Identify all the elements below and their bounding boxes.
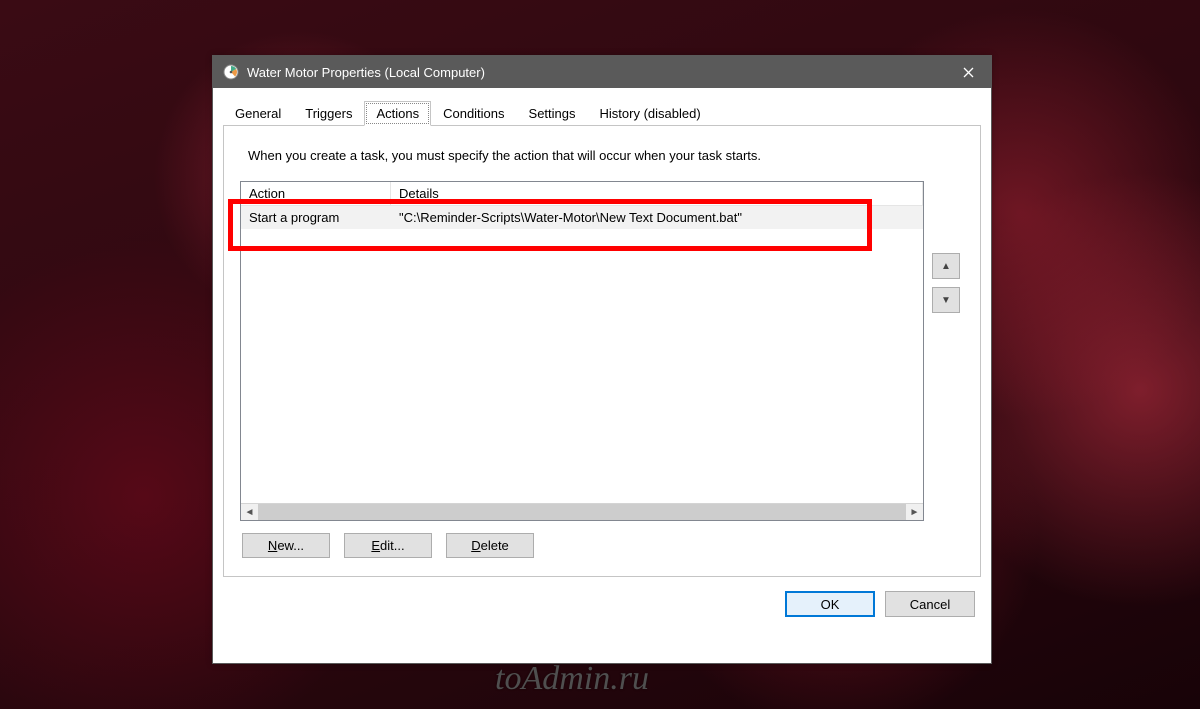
tabstrip: General Triggers Actions Conditions Sett… [223,100,981,126]
listview-header: Action Details [241,182,923,206]
tab-general[interactable]: General [223,101,293,126]
window-title: Water Motor Properties (Local Computer) [247,65,945,80]
triangle-down-icon: ▼ [941,295,951,306]
dialog-footer: OK Cancel [213,577,991,635]
edit-button[interactable]: Edit... [344,533,432,558]
tab-settings[interactable]: Settings [517,101,588,126]
row-action: Start a program [241,209,391,226]
action-button-row: New... Edit... Delete [240,533,964,562]
scroll-left-icon[interactable]: ◄ [241,504,258,520]
move-up-button[interactable]: ▲ [932,253,960,279]
tab-triggers[interactable]: Triggers [293,101,364,126]
reorder-buttons: ▲ ▼ [932,181,964,521]
instruction-text: When you create a task, you must specify… [248,148,960,163]
horizontal-scrollbar[interactable]: ◄ ► [241,503,923,520]
column-action[interactable]: Action [241,182,391,205]
new-button[interactable]: New... [242,533,330,558]
tab-content-actions: When you create a task, you must specify… [223,126,981,577]
cancel-button[interactable]: Cancel [885,591,975,617]
close-button[interactable] [945,56,991,88]
column-details[interactable]: Details [391,182,923,205]
delete-button[interactable]: Delete [446,533,534,558]
move-down-button[interactable]: ▼ [932,287,960,313]
scroll-right-icon[interactable]: ► [906,504,923,520]
tab-history[interactable]: History (disabled) [588,101,713,126]
tab-conditions[interactable]: Conditions [431,101,516,126]
titlebar[interactable]: Water Motor Properties (Local Computer) [213,56,991,88]
scroll-thumb[interactable] [258,504,906,520]
task-properties-dialog: Water Motor Properties (Local Computer) … [212,55,992,664]
tab-actions[interactable]: Actions [364,101,431,126]
tabs-area: General Triggers Actions Conditions Sett… [213,88,991,577]
listview-body[interactable]: Start a program "C:\Reminder-Scripts\Wat… [241,206,923,503]
triangle-up-icon: ▲ [941,261,951,272]
watermark: toAdmin.ru [495,660,649,698]
actions-listview[interactable]: Action Details Start a program "C:\Remin… [240,181,924,521]
ok-button[interactable]: OK [785,591,875,617]
app-icon [223,64,239,80]
row-details: "C:\Reminder-Scripts\Water-Motor\New Tex… [391,209,923,226]
list-row[interactable]: Start a program "C:\Reminder-Scripts\Wat… [241,206,923,229]
